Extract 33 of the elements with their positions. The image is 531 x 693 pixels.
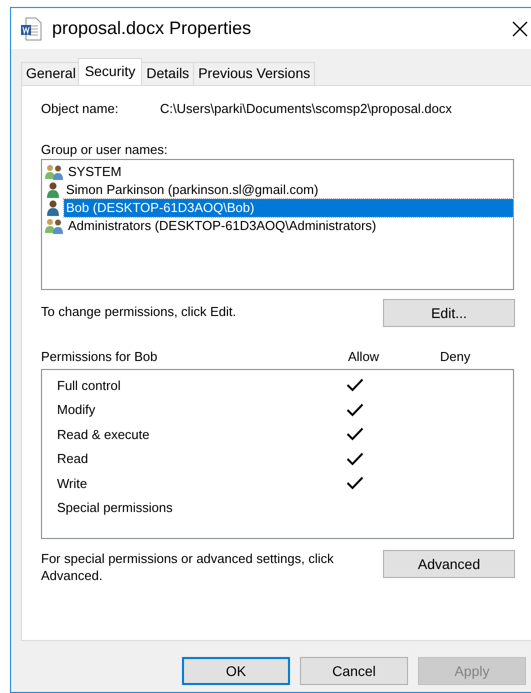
group-list-label: Group or user names: [41,142,168,157]
word-document-icon [20,16,42,40]
permission-name: Full control [56,376,122,394]
tab[interactable]: General [21,62,81,85]
dialog-button[interactable]: Cancel [300,657,408,685]
tab[interactable]: Security [78,58,142,85]
permission-name: Read & execute [56,426,151,444]
close-icon [512,21,528,37]
user-list-item[interactable]: Bob (DESKTOP-61D3AOQ\Bob) [64,199,513,217]
user-group-icon [44,218,66,234]
permission-name: Write [56,474,88,492]
column-header: Allow [348,348,380,366]
user-list-item[interactable]: Administrators (DESKTOP-61D3AOQ\Administrators) [66,217,378,235]
user-list-item[interactable]: Simon Parkinson (parkinson.sl@gmail.com) [64,181,320,199]
tab[interactable]: Previous Versions [193,62,316,85]
advanced-hint: For special permissions or advanced settings, click Advanced. [41,550,335,584]
user-icon [47,182,59,198]
object-path: C:\Users\parki\Documents\scomsp2\proposal.docx [160,100,452,118]
user-list[interactable]: SYSTEM Simon Parkinson (parkinson.sl@gmail.com) Bob (DESKTOP-61D3AOQ\Bob) Administrators (DESKTOP-61D3AOQ\Administrators) [41,159,514,290]
dialog-button[interactable]: OK [182,657,290,685]
permission-name: Special permissions [56,499,174,517]
advanced-button[interactable]: Advanced [383,550,515,578]
object-name-label: Object name: [41,100,120,118]
column-header: Deny [440,348,472,366]
user-icon [47,200,59,216]
permission-name: Modify [56,401,96,419]
edit-hint: To change permissions, click Edit. [41,303,236,321]
window-title: proposal.docx Properties [52,17,252,40]
permission-name: Read [56,450,90,468]
user-group-icon [44,164,66,180]
user-list-item[interactable]: SYSTEM [66,163,124,181]
permissions-label: Permissions for Bob [41,348,158,366]
edit-button[interactable]: Edit... [383,299,515,327]
